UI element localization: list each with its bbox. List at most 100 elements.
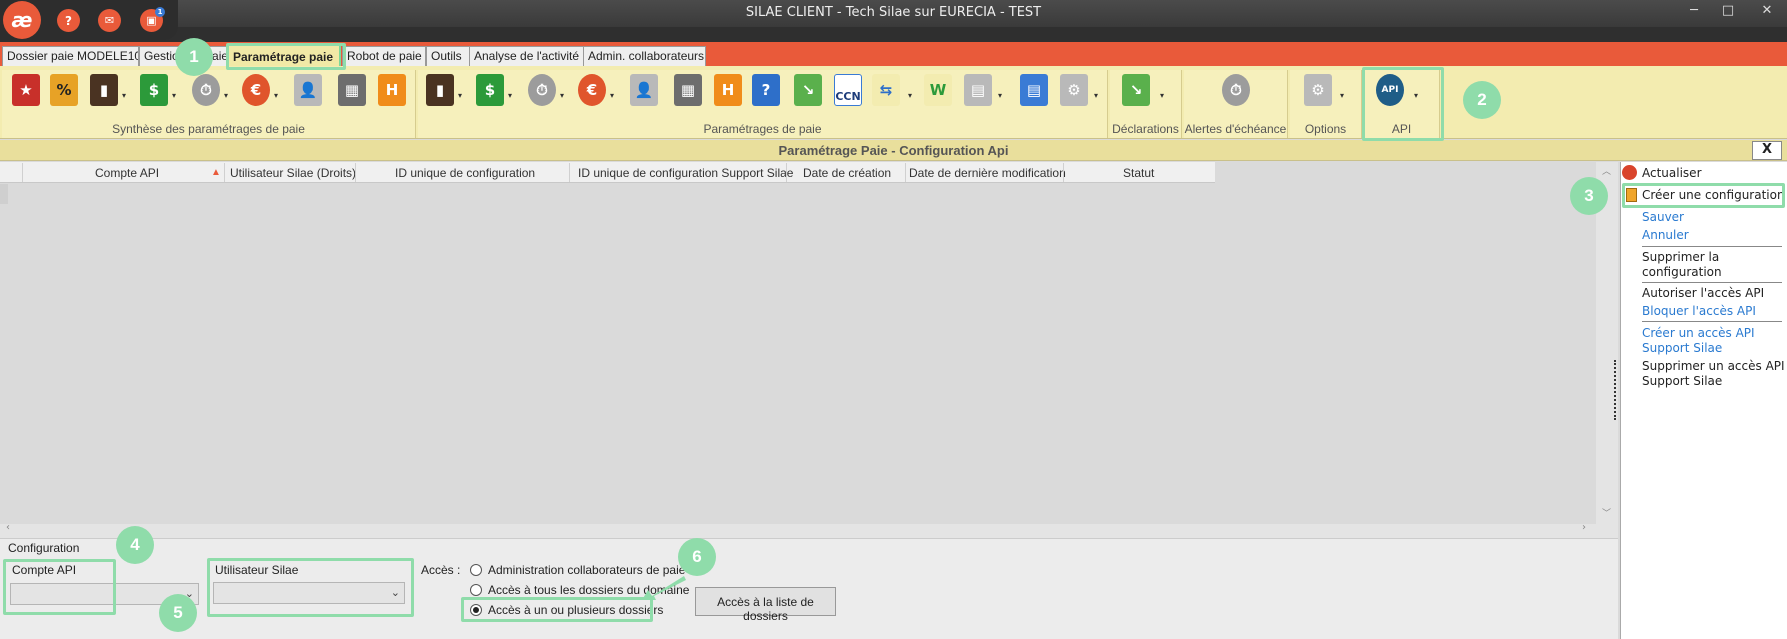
column-separator — [905, 163, 906, 182]
acces-liste-dossiers-button[interactable]: Accès à la liste de dossiers — [695, 587, 836, 623]
scroll-left-icon[interactable]: ‹ — [6, 522, 10, 533]
chevron-down-icon[interactable]: ▾ — [1340, 91, 1344, 100]
minimize-button[interactable]: ─ — [1684, 3, 1704, 18]
chevron-down-icon[interactable]: ▾ — [458, 91, 462, 100]
column-separator — [569, 163, 570, 182]
highlight-compte-api — [3, 559, 116, 615]
sauver-link[interactable]: Sauver — [1642, 210, 1684, 224]
configuration-title: Configuration — [8, 541, 80, 555]
tab-admin-collaborateurs[interactable]: Admin. collaborateurs — [583, 46, 706, 66]
chevron-down-icon[interactable]: ▾ — [274, 91, 278, 100]
column-header-id-config[interactable]: ID unique de configuration — [395, 166, 535, 180]
chevron-down-icon[interactable]: ▾ — [224, 91, 228, 100]
chevron-down-icon[interactable]: ▾ — [908, 91, 912, 100]
synthese-timer-icon[interactable]: ⏱ — [192, 74, 220, 106]
column-separator — [355, 163, 356, 182]
window-title: SILAE CLIENT - Tech Silae sur EURECIA - … — [745, 5, 1042, 20]
column-header-date-modif[interactable]: Date de dernière modification — [909, 166, 1066, 180]
maximize-button[interactable]: □ — [1718, 3, 1738, 18]
chevron-down-icon[interactable]: ▾ — [122, 91, 126, 100]
annuler-link[interactable]: Annuler — [1642, 228, 1689, 242]
param-doc-icon[interactable]: ▤ — [964, 74, 992, 106]
chevron-down-icon[interactable]: ▾ — [508, 91, 512, 100]
chevron-down-icon[interactable]: ▾ — [610, 91, 614, 100]
param-h-icon[interactable]: H — [714, 74, 742, 106]
column-header-statut[interactable]: Statut — [1123, 166, 1154, 180]
vertical-scrollbar[interactable]: ︿ ﹀ — [1596, 162, 1618, 524]
creer-acces-support-link-line2[interactable]: Support Silae — [1642, 341, 1722, 355]
param-docs-icon[interactable]: ▤ — [1020, 74, 1048, 106]
synthese-stars-icon[interactable]: ★ — [12, 74, 40, 106]
column-header-utilisateur[interactable]: Utilisateur Silae (Droits) — [230, 166, 356, 180]
divider — [1642, 321, 1782, 322]
row-selector[interactable] — [0, 184, 8, 204]
close-section-button[interactable]: X — [1752, 141, 1782, 160]
synthese-euro-icon[interactable]: € — [242, 74, 270, 106]
tab-outils[interactable]: Outils — [426, 46, 470, 66]
tab-analyse-activite[interactable]: Analyse de l'activité — [469, 46, 584, 66]
chevron-down-icon[interactable]: ▾ — [1160, 91, 1164, 100]
chevron-down-icon[interactable]: ▾ — [560, 91, 564, 100]
synthese-h-icon[interactable]: H — [378, 74, 406, 106]
synthese-book-icon[interactable]: ▮ — [90, 74, 118, 106]
options-icon[interactable]: ⚙ — [1304, 74, 1332, 106]
param-help-book-icon[interactable]: ? — [752, 74, 780, 106]
tab-robot-paie[interactable]: Robot de paie — [342, 46, 426, 66]
ribbon-group-label: Synthèse des paramétrages de paie — [112, 122, 305, 136]
ribbon-group-label: Alertes d'échéance — [1184, 122, 1287, 136]
tab-dossier-paie[interactable]: Dossier paie MODELE10 — [2, 46, 139, 66]
scroll-right-icon[interactable]: › — [1582, 522, 1586, 533]
param-import-icon[interactable]: ↘ — [794, 74, 822, 106]
ccn-icon[interactable]: CCN — [834, 74, 862, 106]
radio-tous-dossiers[interactable] — [470, 584, 482, 596]
param-settings-doc-icon[interactable]: ⚙ — [1060, 74, 1088, 106]
column-separator — [224, 163, 225, 182]
param-book-icon[interactable]: ▮ — [426, 74, 454, 106]
param-calendar-icon[interactable]: ▦ — [674, 74, 702, 106]
refresh-icon[interactable] — [1622, 165, 1637, 180]
scroll-down-icon[interactable]: ﹀ — [1602, 506, 1611, 519]
column-separator — [1063, 163, 1064, 182]
autoriser-acces-link[interactable]: Autoriser l'accès API — [1642, 286, 1764, 300]
param-euro-icon[interactable]: € — [578, 74, 606, 106]
highlight-radio-plusieurs — [461, 597, 653, 622]
column-header-date-creation[interactable]: Date de création — [803, 166, 891, 180]
alertes-timer-icon[interactable]: ⏱ — [1222, 74, 1250, 106]
radio-admin-collaborateurs[interactable] — [470, 564, 482, 576]
synthese-money-icon[interactable]: $ — [140, 74, 168, 106]
close-window-button[interactable]: ✕ — [1757, 3, 1777, 18]
horizontal-scrollbar[interactable]: ‹ › — [0, 522, 1618, 538]
acces-label: Accès : — [421, 563, 461, 577]
chevron-down-icon[interactable]: ▾ — [1094, 91, 1098, 100]
highlight-utilisateur-silae — [207, 558, 414, 617]
column-header-id-support[interactable]: ID unique de configuration Support Silae — [578, 166, 793, 180]
ribbon-group-label: Paramétrages de paie — [703, 122, 822, 136]
annotation-badge-6: 6 — [678, 538, 716, 576]
param-person-icon[interactable]: 👤 — [630, 74, 658, 106]
param-xw-icon[interactable]: W — [924, 74, 952, 106]
param-timer-icon[interactable]: ⏱ — [528, 74, 556, 106]
tab-strip-shadow — [0, 27, 1787, 42]
supprimer-configuration-link-line2[interactable]: configuration — [1642, 265, 1722, 279]
declarations-icon[interactable]: ↘ — [1122, 74, 1150, 106]
bloquer-acces-link[interactable]: Bloquer l'accès API — [1642, 304, 1756, 318]
synthese-percent-icon[interactable]: % — [50, 74, 78, 106]
divider — [1642, 246, 1782, 247]
supprimer-configuration-link-line1[interactable]: Supprimer la — [1642, 250, 1719, 264]
creer-acces-support-link-line1[interactable]: Créer un accès API — [1642, 326, 1755, 340]
splitter-handle[interactable] — [1614, 360, 1618, 420]
sort-ascending-icon[interactable]: ▲ — [211, 167, 221, 178]
supprimer-acces-support-link-line1[interactable]: Supprimer un accès API — [1642, 359, 1785, 373]
param-sync-arrows-icon[interactable]: ⇆ — [872, 74, 900, 106]
ribbon-group-label: Déclarations — [1112, 122, 1179, 136]
scroll-up-icon[interactable]: ︿ — [1602, 164, 1611, 177]
synthese-calendar-icon[interactable]: ▦ — [338, 74, 366, 106]
chevron-down-icon[interactable]: ▾ — [998, 91, 1002, 100]
column-header-compte-api[interactable]: Compte API — [95, 166, 159, 180]
param-money-icon[interactable]: $ — [476, 74, 504, 106]
chevron-down-icon[interactable]: ▾ — [172, 91, 176, 100]
supprimer-acces-support-link-line2[interactable]: Support Silae — [1642, 374, 1722, 388]
synthese-person-icon[interactable]: 👤 — [294, 74, 322, 106]
actualiser-link[interactable]: Actualiser — [1642, 166, 1702, 180]
config-grid[interactable] — [0, 162, 1596, 522]
